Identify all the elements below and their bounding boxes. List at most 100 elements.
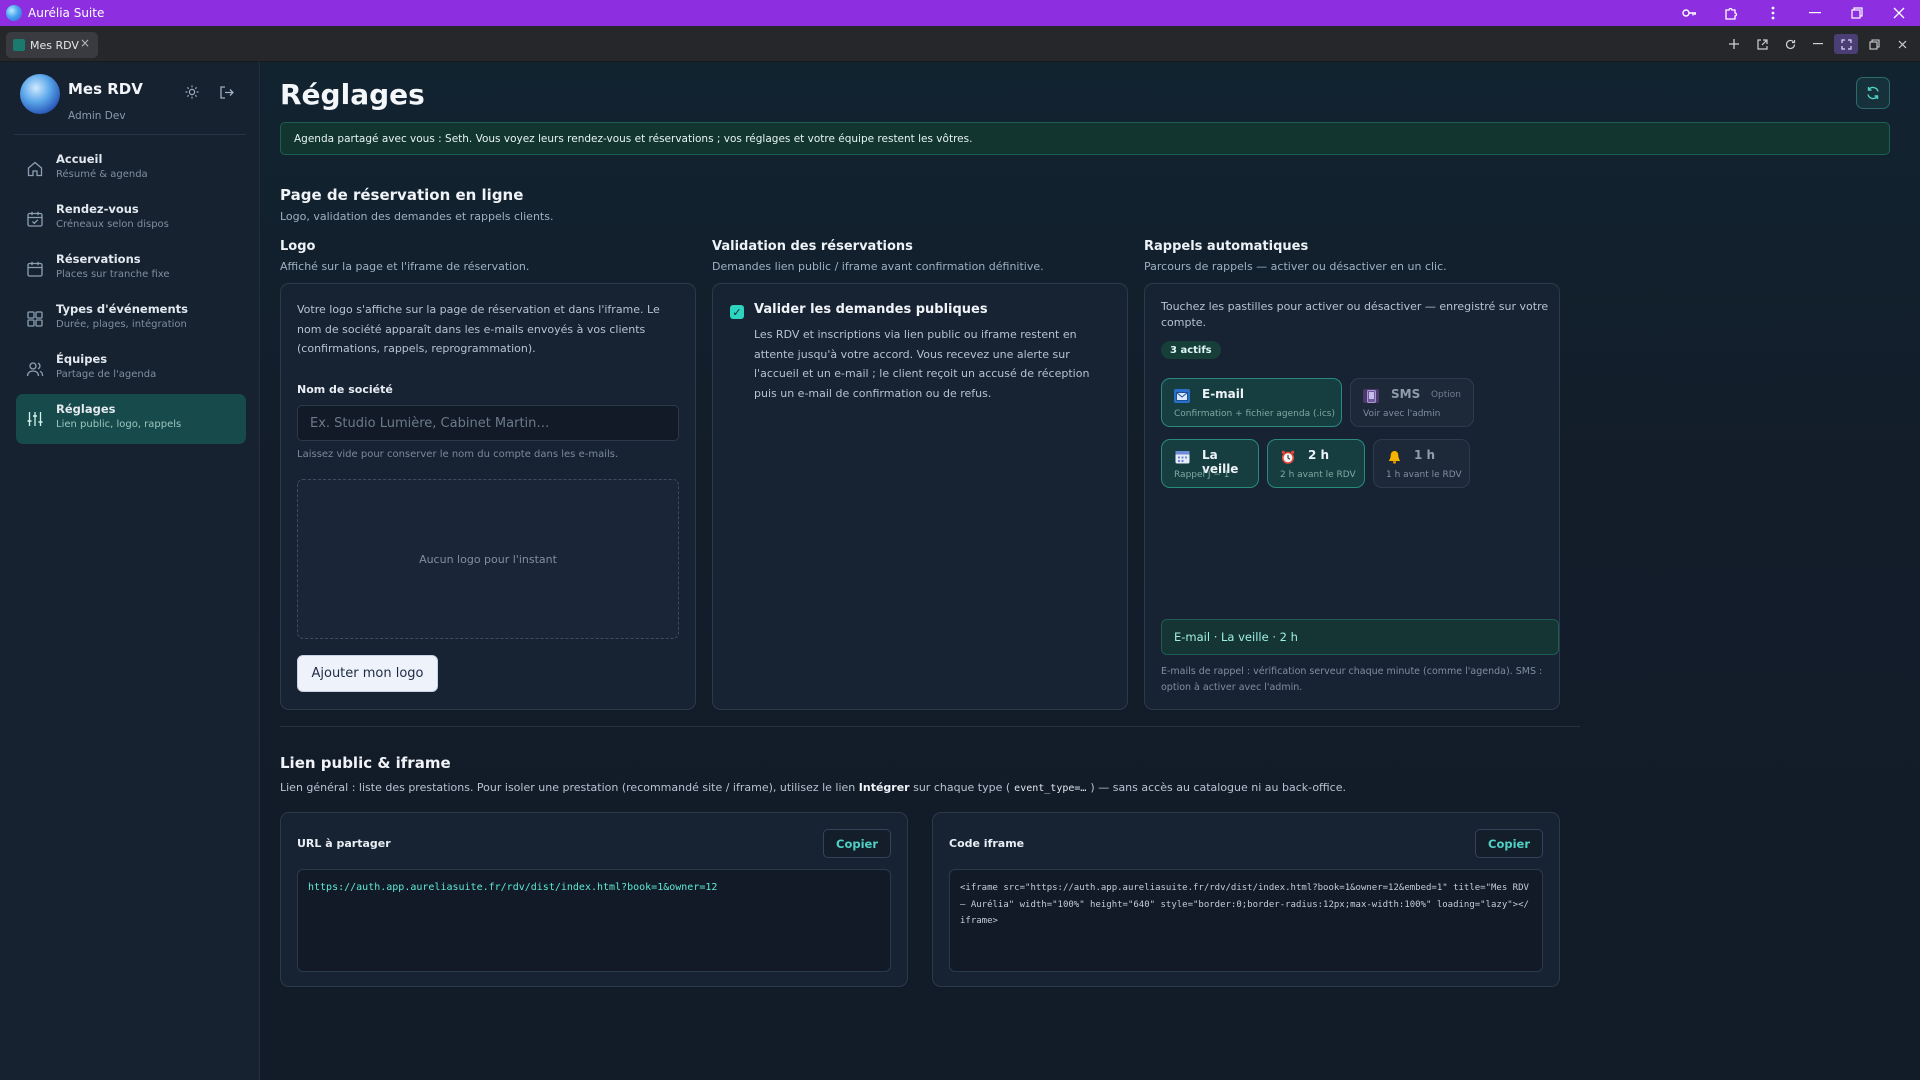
logo-card: Votre logo s'affiche sur la page de rése… — [280, 283, 696, 710]
active-count-badge: 3 actifs — [1161, 341, 1221, 359]
profile-role: Admin Dev — [68, 110, 126, 122]
iframe-code-label: Code iframe — [949, 837, 1025, 850]
alarm-clock-icon — [1280, 450, 1296, 464]
phone-icon — [1363, 389, 1379, 403]
refresh-icon — [1867, 86, 1879, 100]
sidebar-item-subtitle: Créneaux selon dispos — [56, 219, 169, 230]
booking-section-title: Page de réservation en ligne — [280, 186, 524, 204]
sidebar-nav: Accueil Résumé & agenda Rendez-vous Crén… — [16, 144, 246, 444]
add-logo-button[interactable]: Ajouter mon logo — [297, 655, 438, 692]
minimize-icon[interactable] — [1794, 0, 1836, 26]
reminders-title: Rappels automatiques — [1144, 239, 1309, 254]
avatar[interactable] — [20, 74, 60, 114]
reminders-card: Touchez les pastilles pour activer ou dé… — [1144, 283, 1560, 710]
validate-requests-label[interactable]: Valider les demandes publiques — [754, 302, 988, 317]
reminder-pill-subtitle: 2 h avant le RDV — [1280, 470, 1356, 480]
tab-mes-rdv[interactable]: Mes RDV × — [6, 32, 98, 58]
reminders-description: Touchez les pastilles pour activer ou dé… — [1161, 300, 1549, 329]
close-window-icon[interactable] — [1878, 0, 1920, 26]
share-url-label: URL à partager — [297, 837, 391, 850]
sidebar-item-subtitle: Partage de l'agenda — [56, 369, 157, 380]
sidebar-item-rendez-vous[interactable]: Rendez-vous Créneaux selon dispos — [16, 194, 246, 244]
tab-bar-actions — [1722, 34, 1914, 54]
more-vertical-icon[interactable] — [1752, 0, 1794, 26]
popout-icon[interactable] — [1862, 34, 1886, 54]
open-external-icon[interactable] — [1750, 34, 1774, 54]
sidebar-item-title: Réglages — [56, 402, 116, 416]
copy-iframe-button[interactable]: Copier — [1475, 829, 1543, 858]
reminder-pill-subtitle: Confirmation + fichier agenda (.ics) — [1174, 409, 1335, 419]
share-url-field[interactable]: https://auth.app.aureliasuite.fr/rdv/dis… — [297, 869, 891, 972]
key-icon[interactable] — [1668, 0, 1710, 26]
users-icon — [26, 360, 44, 378]
sidebar-item-equipes[interactable]: Équipes Partage de l'agenda — [16, 344, 246, 394]
validation-title: Validation des réservations — [712, 239, 913, 254]
profile-name: Mes RDV — [68, 80, 143, 98]
reminder-pill-title: E-mail — [1202, 387, 1245, 401]
public-link-section-subtitle: Lien général : liste des prestations. Po… — [280, 781, 1346, 794]
home-icon — [26, 160, 44, 178]
sidebar-item-title: Rendez-vous — [56, 202, 139, 216]
theme-toggle-sun-icon[interactable] — [182, 82, 202, 102]
sidebar-item-subtitle: Lien public, logo, rappels — [56, 419, 182, 430]
logo-description: Votre logo s'affiche sur la page de rése… — [297, 303, 660, 355]
bell-icon — [1386, 450, 1402, 464]
sidebar-item-reservations[interactable]: Réservations Places sur tranche fixe — [16, 244, 246, 294]
reload-icon[interactable] — [1778, 34, 1802, 54]
fullscreen-icon[interactable] — [1834, 34, 1858, 54]
tab-favicon-icon — [13, 39, 25, 51]
validate-requests-checkbox[interactable]: ✓ — [730, 305, 744, 319]
reminders-note: E-mails de rappel : vérification serveur… — [1161, 666, 1543, 693]
reminder-pill-2h[interactable]: 2 h 2 h avant le RDV — [1267, 439, 1365, 488]
close-tab-panel-icon[interactable] — [1890, 34, 1914, 54]
sidebar-item-types-evenements[interactable]: Types d'événements Durée, plages, intégr… — [16, 294, 246, 344]
copy-url-button[interactable]: Copier — [823, 829, 891, 858]
sidebar-item-accueil[interactable]: Accueil Résumé & agenda — [16, 144, 246, 194]
tab-close-icon[interactable]: × — [80, 36, 90, 50]
title-bar: Aurélia Suite — [0, 0, 1920, 26]
app-logo-icon — [6, 5, 22, 21]
logo-dropzone[interactable]: Aucun logo pour l'instant — [297, 479, 679, 639]
reminder-pill-title: 1 h — [1414, 448, 1436, 462]
restore-icon[interactable] — [1836, 0, 1878, 26]
extensions-icon[interactable] — [1710, 0, 1752, 26]
minimize-tab-icon[interactable] — [1806, 34, 1830, 54]
reminder-pill-subtitle: Rappel J − 1 — [1174, 470, 1230, 480]
new-tab-icon[interactable] — [1722, 34, 1746, 54]
logo-title: Logo — [280, 239, 316, 254]
subtitle-text: ) — sans accès au catalogue ni au back-o… — [1090, 781, 1346, 794]
iframe-code-card: Code iframe Copier <iframe src="https://… — [932, 812, 1560, 987]
profile-block: Mes RDV Admin Dev — [20, 74, 250, 134]
sidebar-item-title: Équipes — [56, 352, 108, 366]
section-divider — [280, 726, 1580, 727]
sidebar-item-title: Réservations — [56, 252, 141, 266]
title-bar-controls — [1668, 0, 1920, 26]
reminder-pill-email[interactable]: E-mail Confirmation + fichier agenda (.i… — [1161, 378, 1342, 427]
sliders-icon — [26, 410, 44, 428]
refresh-button[interactable] — [1856, 77, 1890, 109]
validate-requests-description: Les RDV et inscriptions via lien public … — [754, 328, 1090, 400]
tab-label: Mes RDV — [30, 38, 79, 52]
reminder-pill-subtitle: Voir avec l'admin — [1363, 409, 1441, 419]
reminders-subtitle: Parcours de rappels — activer ou désacti… — [1144, 260, 1447, 273]
reminder-pill-subtitle: 1 h avant le RDV — [1386, 470, 1462, 480]
reminder-pill-title: 2 h — [1308, 448, 1330, 462]
subtitle-integrer: Intégrer — [858, 781, 910, 794]
sidebar-item-reglages[interactable]: Réglages Lien public, logo, rappels — [16, 394, 246, 444]
shared-agenda-banner: Agenda partagé avec vous : Seth. Vous vo… — [280, 122, 1890, 155]
public-link-section-title: Lien public & iframe — [280, 754, 451, 772]
reminder-pill-sms[interactable]: SMS Option Voir avec l'admin — [1350, 378, 1474, 427]
share-url-card: URL à partager Copier https://auth.app.a… — [280, 812, 908, 987]
calendar-icon — [1174, 450, 1190, 464]
company-name-hint: Laissez vide pour conserver le nom du co… — [297, 449, 619, 460]
sidebar-item-title: Accueil — [56, 152, 103, 166]
reminder-pill-la-veille[interactable]: La veille Rappel J − 1 — [1161, 439, 1259, 488]
iframe-code-field[interactable]: <iframe src="https://auth.app.aureliasui… — [949, 869, 1543, 972]
logout-icon[interactable] — [216, 82, 236, 102]
sidebar-item-title: Types d'événements — [56, 302, 189, 316]
calendar-icon — [26, 260, 44, 278]
email-icon — [1174, 389, 1190, 403]
reminder-pill-1h[interactable]: 1 h 1 h avant le RDV — [1373, 439, 1470, 488]
company-name-input[interactable] — [297, 405, 679, 441]
subtitle-text: sur chaque type ( — [913, 781, 1011, 794]
